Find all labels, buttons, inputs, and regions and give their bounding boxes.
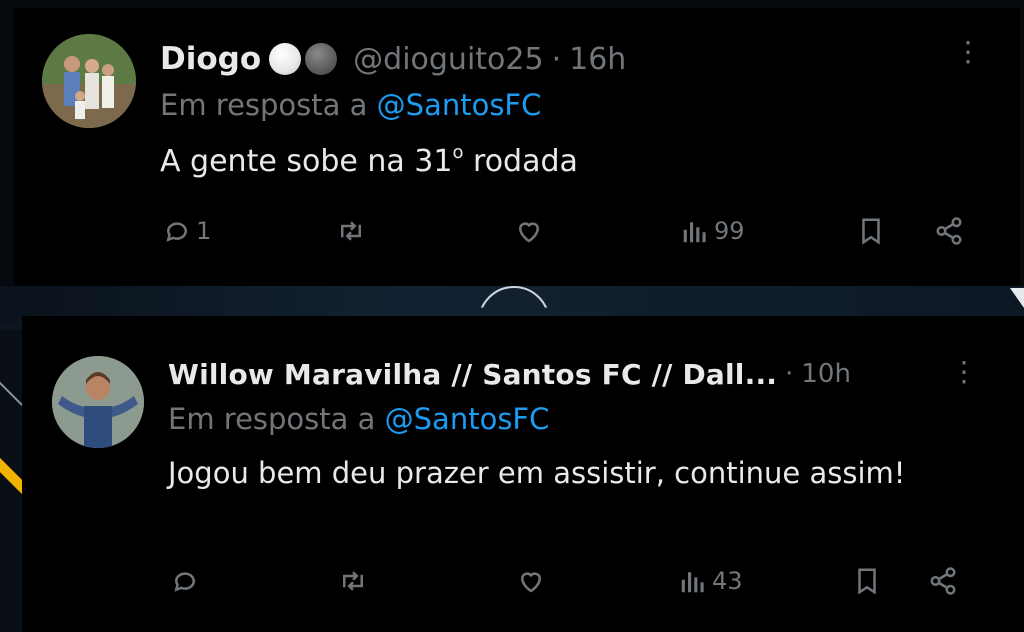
tweet-willow[interactable]: Willow Maravilha // Santos FC // Dall...… (22, 316, 1024, 632)
views-count: 43 (712, 567, 743, 595)
retweet-icon (336, 216, 366, 246)
tweet-header: Diogo @dioguito25 · 16h (160, 32, 626, 86)
author-name[interactable]: Willow Maravilha // Santos FC // Dall... (168, 358, 777, 391)
white-circle-icon (269, 43, 302, 75)
retweet-button[interactable] (336, 216, 366, 246)
share-button[interactable] (928, 566, 958, 596)
retweet-icon (338, 566, 368, 596)
reply-icon (162, 216, 192, 246)
views-button[interactable]: 99 (680, 216, 745, 246)
share-icon (934, 216, 964, 246)
action-bar: 1 99 (14, 216, 1020, 256)
avatar[interactable] (42, 34, 136, 128)
like-icon (514, 216, 544, 246)
reply-context: Em resposta a @SantosFC (160, 88, 541, 122)
tweet-diogo[interactable]: Diogo @dioguito25 · 16h ⋮ Em resposta a … (14, 8, 1020, 286)
more-icon[interactable]: ⋮ (950, 358, 978, 386)
share-button[interactable] (934, 216, 964, 246)
background-corner (1010, 288, 1024, 308)
views-count: 99 (714, 217, 745, 245)
reply-prefix: Em resposta a (160, 88, 368, 122)
reply-mention-link[interactable]: @SantosFC (377, 88, 542, 122)
like-button[interactable] (516, 566, 546, 596)
views-icon (678, 566, 708, 596)
author-handle[interactable]: @dioguito25 (353, 42, 543, 77)
views-button[interactable]: 43 (678, 566, 743, 596)
tweet-text-ordinal: o (452, 142, 464, 163)
separator: · (551, 41, 562, 77)
reply-button[interactable] (170, 566, 204, 596)
views-icon (680, 216, 710, 246)
tweet-text-tail: rodada (463, 144, 578, 179)
reply-icon (170, 566, 200, 596)
bookmark-icon (852, 566, 882, 596)
reply-button[interactable]: 1 (162, 216, 211, 246)
timestamp[interactable]: 10h (801, 359, 851, 389)
tweet-header: Willow Maravilha // Santos FC // Dall...… (168, 350, 851, 398)
separator: · (785, 359, 794, 389)
author-name[interactable]: Diogo (160, 41, 261, 77)
background-left-stripe (0, 330, 22, 632)
emoji-circles (269, 43, 341, 75)
like-icon (516, 566, 546, 596)
reply-mention-link[interactable]: @SantosFC (385, 402, 550, 436)
tweet-text: A gente sobe na 31o rodada (160, 142, 578, 179)
action-bar: 43 (22, 566, 1024, 606)
reply-context: Em resposta a @SantosFC (168, 402, 549, 436)
like-button[interactable] (514, 216, 544, 246)
tweet-text-main: A gente sobe na 31 (160, 144, 453, 179)
more-icon[interactable]: ⋮ (954, 38, 982, 66)
retweet-button[interactable] (338, 566, 368, 596)
reply-prefix: Em resposta a (168, 402, 376, 436)
share-icon (928, 566, 958, 596)
bookmark-button[interactable] (856, 216, 886, 246)
reply-count: 1 (196, 217, 212, 245)
bookmark-button[interactable] (852, 566, 882, 596)
avatar[interactable] (52, 356, 144, 448)
tweet-text: Jogou bem deu prazer em assistir, contin… (168, 456, 906, 490)
timestamp[interactable]: 16h (569, 42, 626, 77)
bookmark-icon (856, 216, 886, 246)
gray-circle-icon (305, 43, 338, 75)
